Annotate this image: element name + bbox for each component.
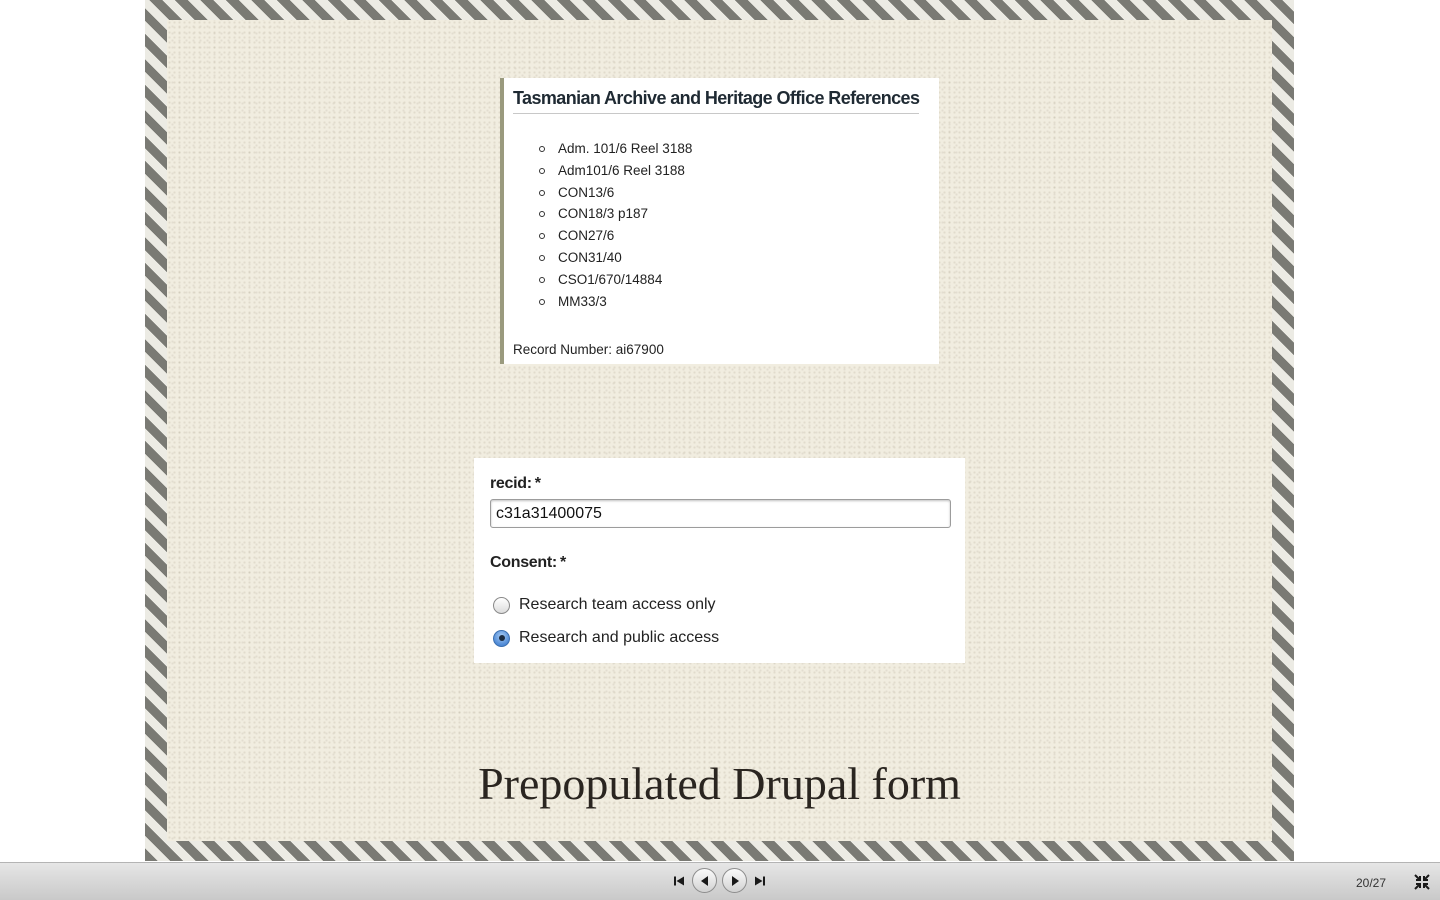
reference-item: Adm101/6 Reel 3188: [539, 160, 939, 182]
exit-fullscreen-icon[interactable]: [1412, 872, 1432, 892]
required-marker: *: [559, 554, 566, 571]
consent-option-public[interactable]: Research and public access: [493, 627, 965, 649]
presentation-viewer: Tasmanian Archive and Heritage Office Re…: [0, 0, 1440, 900]
skip-to-last-icon[interactable]: [752, 872, 768, 890]
reference-item: CON18/3 p187: [539, 203, 939, 225]
page-counter: 20/27: [1355, 876, 1387, 890]
reference-item: CON31/40: [539, 247, 939, 269]
consent-option-team-only[interactable]: Research team access only: [493, 594, 965, 616]
references-list: Adm. 101/6 Reel 3188 Adm101/6 Reel 3188 …: [513, 138, 939, 312]
recid-input[interactable]: [490, 499, 951, 528]
required-marker: *: [534, 475, 541, 492]
slide: Tasmanian Archive and Heritage Office Re…: [145, 0, 1294, 861]
archive-references-card: Tasmanian Archive and Heritage Office Re…: [500, 78, 939, 364]
next-icon[interactable]: [722, 868, 747, 893]
references-heading: Tasmanian Archive and Heritage Office Re…: [513, 88, 920, 114]
radio-button-unchecked[interactable]: [493, 596, 510, 614]
recid-label: recid: *: [490, 475, 541, 492]
record-number: Record Number: ai67900: [513, 342, 664, 357]
reference-item: CON27/6: [539, 225, 939, 247]
presentation-control-bar: 20/27: [0, 862, 1440, 900]
skip-to-first-icon[interactable]: [671, 872, 687, 890]
consent-option-label: Research and public access: [519, 629, 720, 646]
consent-label: Consent: *: [490, 554, 566, 571]
consent-option-label: Research team access only: [519, 596, 716, 613]
radio-button-checked[interactable]: [493, 629, 510, 647]
reference-item: Adm. 101/6 Reel 3188: [539, 138, 939, 160]
reference-item: MM33/3: [539, 291, 939, 313]
reference-item: CSO1/670/14884: [539, 269, 939, 291]
previous-icon[interactable]: [692, 868, 717, 893]
slide-caption: Prepopulated Drupal form: [478, 758, 961, 809]
drupal-form: recid:* Consent:* Research team access o…: [474, 458, 965, 663]
reference-item: CON13/6: [539, 182, 939, 204]
